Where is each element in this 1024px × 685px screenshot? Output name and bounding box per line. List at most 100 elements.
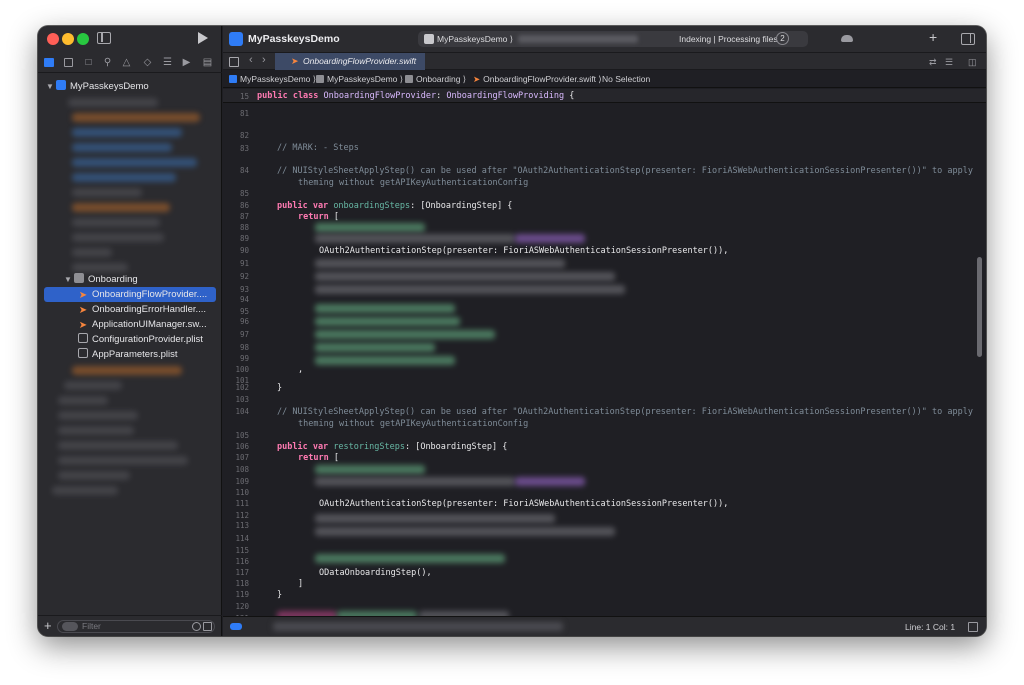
scm-filter-icon[interactable] xyxy=(203,622,212,631)
code-editor[interactable]: 15 public class OnboardingFlowProvider: … xyxy=(223,89,986,635)
breadcrumb-selection[interactable]: No Selection xyxy=(602,74,650,84)
blurred-tree-item xyxy=(72,203,170,212)
navigator-sidebar: □ ⚲ △ ◇ ☰ ▶ ▤ ▼ MyPasskeysDemo ▼ Onboard… xyxy=(38,26,222,636)
line-number: 99 xyxy=(239,354,249,363)
blurred-tree-item xyxy=(64,381,122,390)
related-items-icon[interactable] xyxy=(229,57,239,67)
tree-row-file-0[interactable]: ➤ OnboardingFlowProvider.... xyxy=(44,287,216,302)
breadcrumb-file[interactable]: ➤ OnboardingFlowProvider.swift ⟩ xyxy=(473,74,602,85)
line-number: 92 xyxy=(239,272,249,281)
blurred-tree-item xyxy=(72,188,142,197)
blurred-status xyxy=(273,622,563,631)
breadcrumb-project[interactable]: MyPasskeysDemo ⟩ xyxy=(229,74,316,85)
line-number: 86 xyxy=(239,201,249,210)
line-number: 15 xyxy=(239,92,249,101)
blurred-tree-item xyxy=(72,113,200,122)
forward-icon[interactable]: › xyxy=(262,54,266,66)
blurred-tree-item xyxy=(72,143,172,152)
project-title: MyPasskeysDemo xyxy=(248,33,340,45)
line-number: 108 xyxy=(235,465,249,474)
close-window-button[interactable] xyxy=(47,33,59,45)
line-number: 87 xyxy=(239,212,249,221)
sticky-code-line: public class OnboardingFlowProvider: Onb… xyxy=(257,91,575,101)
navigator-filter-bar: + Filter xyxy=(38,615,222,636)
breadcrumb-folder[interactable]: MyPasskeysDemo ⟩ xyxy=(316,74,403,85)
line-number: 119 xyxy=(235,590,249,599)
test-navigator-icon[interactable]: ◇ xyxy=(142,57,153,68)
blurred-tree-item xyxy=(68,98,158,107)
source-control-navigator-icon[interactable] xyxy=(64,58,73,67)
report-navigator-icon[interactable]: ▤ xyxy=(202,57,213,68)
folder-icon xyxy=(74,273,84,283)
code-line-101: , xyxy=(298,365,304,375)
project-navigator-icon[interactable] xyxy=(44,58,54,67)
code-line-90: OAuth2AuthenticationStep(presenter: Fior… xyxy=(319,246,729,256)
filter-options-icon[interactable] xyxy=(62,622,78,631)
app-scheme-icon xyxy=(424,34,434,44)
tab-onboarding-flow-provider[interactable]: ➤ OnboardingFlowProvider.swift xyxy=(275,53,425,70)
tree-row-file-1[interactable]: ➤ OnboardingErrorHandler.... xyxy=(78,302,206,317)
line-number: 105 xyxy=(235,431,249,440)
find-navigator-icon[interactable]: ⚲ xyxy=(102,57,113,68)
code-line-104-wrap: theming without getAPIKeyAuthenticationC… xyxy=(298,419,529,429)
project-icon xyxy=(229,32,243,46)
blurred-tree-item xyxy=(58,396,108,405)
sticky-scope-header[interactable]: 15 public class OnboardingFlowProvider: … xyxy=(223,89,986,103)
blurred-tree-item xyxy=(72,173,176,182)
scrollbar-thumb[interactable] xyxy=(977,257,982,357)
tree-row-file-3[interactable]: ConfigurationProvider.plist xyxy=(78,332,203,347)
library-add-button[interactable]: + xyxy=(929,29,937,45)
blurred-code xyxy=(515,234,585,243)
filter-input[interactable]: Filter xyxy=(57,620,215,633)
editor-area: MyPasskeysDemo MyPasskeysDemo ⟩ Indexing… xyxy=(223,26,986,636)
issue-navigator-icon[interactable]: △ xyxy=(121,57,132,68)
blurred-code xyxy=(315,527,615,536)
blurred-code xyxy=(315,356,455,365)
folder-icon xyxy=(316,75,324,83)
debug-status-bar: Line: 1 Col: 1 xyxy=(223,616,986,636)
back-icon[interactable]: ‹ xyxy=(249,54,253,66)
tree-row-project[interactable]: ▼ MyPasskeysDemo xyxy=(46,79,149,94)
blurred-code xyxy=(315,272,615,281)
tree-row-file-2[interactable]: ➤ ApplicationUIManager.sw... xyxy=(78,317,207,332)
chevron-down-icon[interactable]: ▼ xyxy=(64,272,72,287)
editor-scrollbar[interactable] xyxy=(976,89,984,616)
blurred-code xyxy=(315,477,515,486)
scheme-selector[interactable]: MyPasskeysDemo ⟩ xyxy=(437,34,513,45)
inspector-toggle-icon[interactable] xyxy=(961,33,975,45)
tree-row-onboarding-group[interactable]: ▼ Onboarding xyxy=(64,272,138,287)
minimap-toggle-icon[interactable] xyxy=(968,622,978,632)
bookmark-navigator-icon[interactable]: □ xyxy=(83,57,94,68)
line-number: 83 xyxy=(239,144,249,153)
sidebar-toggle-icon[interactable] xyxy=(97,32,111,44)
line-number: 118 xyxy=(235,579,249,588)
cloud-icon[interactable] xyxy=(841,35,853,42)
debug-area-toggle-icon[interactable] xyxy=(230,623,242,630)
breakpoint-navigator-icon[interactable]: ▶ xyxy=(181,57,192,68)
line-number: 91 xyxy=(239,259,249,268)
blurred-tree-item xyxy=(72,248,112,257)
code-line-104: // NUIStyleSheetApplyStep() can be used … xyxy=(277,407,973,417)
editor-options-icon[interactable]: ⇄ xyxy=(929,57,937,68)
zoom-window-button[interactable] xyxy=(77,33,89,45)
line-number: 93 xyxy=(239,285,249,294)
swift-file-icon: ➤ xyxy=(473,74,481,84)
line-number: 102 xyxy=(235,383,249,392)
chevron-down-icon[interactable]: ▼ xyxy=(46,79,54,94)
minimize-window-button[interactable] xyxy=(62,33,74,45)
run-icon[interactable] xyxy=(198,32,208,44)
line-number: 113 xyxy=(235,521,249,530)
code-line-86: public var onboardingSteps: [OnboardingS… xyxy=(277,201,513,211)
breadcrumb-group[interactable]: Onboarding ⟩ xyxy=(405,74,466,85)
activity-count-badge[interactable]: 2 xyxy=(776,32,789,45)
add-file-icon[interactable]: + xyxy=(44,618,52,633)
blurred-code xyxy=(315,223,425,232)
adjust-editor-icon[interactable]: ☰ xyxy=(945,57,953,68)
split-editor-icon[interactable]: ◫ xyxy=(968,57,977,68)
code-line-84-wrap: theming without getAPIKeyAuthenticationC… xyxy=(298,178,529,188)
project-icon xyxy=(56,80,66,90)
debug-navigator-icon[interactable]: ☰ xyxy=(162,57,173,68)
tree-row-file-4[interactable]: AppParameters.plist xyxy=(78,347,178,362)
recent-files-icon[interactable] xyxy=(192,622,201,631)
xcode-window: □ ⚲ △ ◇ ☰ ▶ ▤ ▼ MyPasskeysDemo ▼ Onboard… xyxy=(38,26,986,636)
